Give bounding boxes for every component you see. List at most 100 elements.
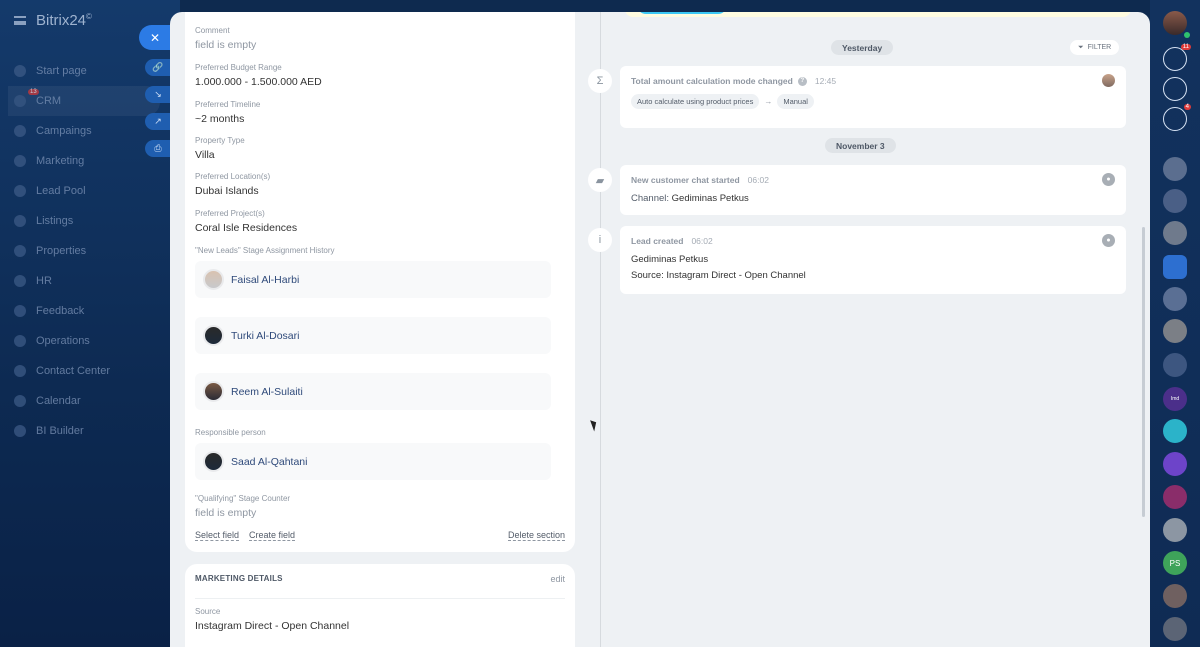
date-separator: Yesterday [831,40,894,55]
open-new-window-button[interactable]: ↗ [145,113,171,130]
hr-icon [14,275,26,287]
property-type-field[interactable]: Property Type Villa [195,136,555,161]
chat-icon[interactable]: 4 [1163,104,1191,131]
lead-source: Source: Instagram Direct - Open Channel [631,270,806,281]
source-field[interactable]: Source Instagram Direct - Open Channel [195,607,555,632]
sidebar-item-feedback[interactable]: Feedback [0,296,180,326]
print-icon: ⎙ [154,143,162,153]
copilot-chat-icon[interactable] [1163,452,1187,476]
feedback-icon [14,305,26,317]
right-panel: 11 4 Imd PS [1150,0,1200,647]
contact-avatar[interactable] [1163,319,1187,343]
group-avatar[interactable]: Imd [1163,387,1187,411]
user-icon[interactable]: ● [1102,234,1115,247]
timeline-item[interactable]: Total amount calculation mode changed ? … [620,66,1126,128]
close-icon: ✕ [149,30,161,45]
user-name-link[interactable]: Faisal Al-Harbi [231,274,299,286]
delete-section-link[interactable]: Delete section [507,530,565,541]
sidebar-item-operations[interactable]: Operations [0,326,180,356]
user-icon[interactable]: ● [1102,173,1115,186]
brand: Bitrix24© [14,12,92,29]
sidebar-item-crm[interactable]: 13 CRM [8,86,160,116]
minimize-button[interactable]: ↘ [145,86,171,103]
event-body: Channel: Gediminas Petkus [631,193,749,204]
event-title: New customer chat started 06:02 [631,175,769,185]
notifications-icon[interactable]: 11 [1163,44,1191,71]
timeline-line [600,12,601,647]
sidebar-item-contact-center[interactable]: Contact Center [0,356,180,386]
arrow-right-icon: → [764,97,773,106]
group-avatar[interactable] [1163,419,1187,443]
filter-icon: ⏷ [1078,43,1084,51]
edit-link[interactable]: edit [550,574,565,598]
timeline-item[interactable]: Lead created 06:02 Gediminas Petkus Sour… [620,226,1126,294]
copy-link-button[interactable]: 🔗 [145,59,171,76]
bi-builder-icon [14,425,26,437]
help-icon[interactable]: ? [797,76,807,86]
contact-avatar[interactable] [1163,189,1187,213]
group-icon[interactable] [1163,255,1187,279]
filter-button[interactable]: ⏷ FILTER [1070,40,1120,55]
scrollbar[interactable] [1142,227,1145,517]
contact-avatar[interactable] [1163,287,1187,311]
home-icon [14,65,26,77]
avatar [203,269,224,290]
app-logo[interactable]: Bitrix24© [36,12,92,29]
marketing-details-section: MARKETING DETAILS edit Source Instagram … [185,564,575,647]
event-title: Lead created 06:02 [631,236,713,246]
contact-avatar[interactable] [1163,157,1187,181]
avatar [203,451,224,472]
contact-avatar[interactable] [1163,221,1187,245]
sidebar-item-lead-pool[interactable]: Lead Pool [0,176,180,206]
section-title: MARKETING DETAILS [195,574,283,583]
timeline-item[interactable]: New customer chat started 06:02 Channel:… [620,165,1126,215]
user-name-link[interactable]: Turki Al-Dosari [231,330,299,342]
user-name-link[interactable]: Reem Al-Sulaiti [231,386,303,398]
old-value-chip: Auto calculate using product prices [631,94,760,109]
assigned-user-card[interactable]: Turki Al-Dosari [195,317,551,354]
sidebar-item-hr[interactable]: HR [0,266,180,296]
contact-avatar[interactable] [1163,584,1187,608]
sidebar-item-calendar[interactable]: Calendar [0,386,180,416]
user-name-link[interactable]: Saad Al-Qahtani [231,456,307,468]
contact-center-icon [14,365,26,377]
menu-icon[interactable] [14,16,26,25]
contact-avatar[interactable] [1163,353,1187,377]
calendar-icon [14,395,26,407]
location-field[interactable]: Preferred Location(s) Dubai Islands [195,172,555,197]
event-title: Total amount calculation mode changed ? … [631,76,837,86]
sigma-icon: Σ [588,69,612,93]
add-button[interactable] [637,12,727,14]
print-button[interactable]: ⎙ [145,140,171,157]
budget-field[interactable]: Preferred Budget Range 1.000.000 - 1.500… [195,63,555,88]
contact-avatar[interactable] [1163,617,1187,641]
comment-field[interactable]: Comment field is empty [195,26,555,51]
sidebar-item-bi-builder[interactable]: BI Builder [0,416,180,446]
contact-avatar[interactable] [1163,518,1187,542]
copilot-icon[interactable] [1163,77,1187,101]
properties-icon [14,245,26,257]
qualifying-counter-field[interactable]: "Qualifying" Stage Counter field is empt… [195,494,555,519]
sidebar-item-listings[interactable]: Listings [0,206,180,236]
chat-bubble-icon: ▰ [588,168,612,192]
contact-avatar-initials[interactable]: PS [1163,551,1187,575]
user-avatar[interactable] [1163,11,1190,38]
phone-icon[interactable] [1163,485,1187,509]
marketing-icon [14,155,26,167]
sidebar-item-properties[interactable]: Properties [0,236,180,266]
chat-badge: 4 [1183,104,1191,110]
event-body: Auto calculate using product prices → Manu… [631,94,1115,109]
assigned-user-card[interactable]: Faisal Al-Harbi [195,261,551,298]
assigned-user-card[interactable]: Reem Al-Sulaiti [195,373,551,410]
select-field-link[interactable]: Select field [195,530,240,541]
author-avatar[interactable] [1102,74,1115,87]
create-field-link[interactable]: Create field [249,530,296,541]
assignment-history-label: "New Leads" Stage Assignment History [195,246,335,255]
section-actions: Select field Create field Delete section [195,530,565,541]
close-slider-button[interactable]: ✕ [139,25,171,50]
project-field[interactable]: Preferred Project(s) Coral Isle Residenc… [195,209,555,234]
responsible-user-card[interactable]: Saad Al-Qahtani [195,443,551,480]
timeline-field[interactable]: Preferred Timeline ~2 months [195,100,555,125]
date-separator: November 3 [825,138,896,153]
activity-timeline: Yesterday ⏷ FILTER Σ Total amount calcul… [575,12,1135,647]
